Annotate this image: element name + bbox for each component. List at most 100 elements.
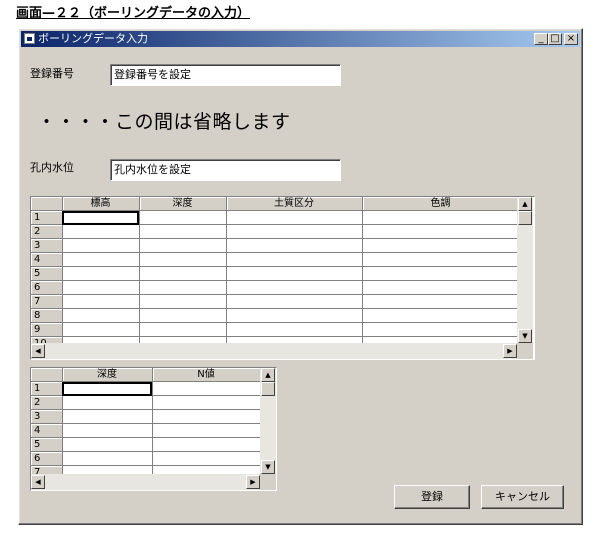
grid-cell[interactable] (139, 280, 227, 295)
grid-cell[interactable] (226, 308, 363, 323)
grid-cell[interactable] (62, 308, 140, 323)
grid-cell[interactable] (362, 280, 520, 295)
grid-cell[interactable] (362, 322, 520, 337)
table-row[interactable]: 3 (31, 238, 520, 253)
column-header-elevation[interactable]: 標高 (62, 197, 140, 211)
boring-layer-grid[interactable]: 標高 深度 土質区分 色調 12345678910 ▲ ▼ ◀ ▶ (30, 196, 535, 360)
row-header-cell[interactable]: 4 (31, 423, 63, 438)
arrow-up-icon[interactable]: ▲ (261, 368, 275, 382)
grid-cell[interactable] (362, 294, 520, 309)
row-header-cell[interactable]: 1 (31, 381, 63, 396)
maximize-button[interactable]: □ (548, 33, 562, 45)
table-row[interactable]: 1 (31, 210, 520, 225)
cancel-button[interactable]: キャンセル (481, 485, 564, 509)
row-header-cell[interactable]: 8 (31, 308, 63, 323)
water-level-field[interactable]: 孔内水位を設定 (110, 159, 341, 181)
grid-corner-cell[interactable] (31, 368, 63, 382)
grid-cell[interactable] (152, 423, 261, 438)
grid-cell[interactable] (139, 252, 227, 267)
row-header-cell[interactable]: 7 (31, 294, 63, 309)
n-value-grid[interactable]: 深度 N値 1234567 ▲ ▼ ◀ ▶ (30, 367, 277, 491)
table-row[interactable]: 5 (31, 266, 520, 281)
table-row[interactable]: 4 (31, 423, 261, 438)
grid-corner-cell[interactable] (31, 197, 63, 211)
table-row[interactable]: 1 (31, 381, 261, 396)
table-row[interactable]: 7 (31, 294, 520, 309)
grid-cell[interactable] (152, 437, 261, 452)
row-header-cell[interactable]: 3 (31, 238, 63, 253)
grid1-horizontal-scrollbar[interactable]: ◀ ▶ (31, 343, 517, 359)
grid-cell[interactable] (62, 423, 153, 438)
grid-cell[interactable] (62, 395, 153, 410)
arrow-right-icon[interactable]: ▶ (503, 344, 517, 358)
grid2-horizontal-scrollbar[interactable]: ◀ ▶ (31, 474, 260, 490)
row-header-cell[interactable]: 9 (31, 322, 63, 337)
grid-cell[interactable] (152, 451, 261, 466)
column-header-depth[interactable]: 深度 (62, 368, 153, 382)
grid-cell[interactable] (62, 451, 153, 466)
column-header-soil-type[interactable]: 土質区分 (226, 197, 363, 211)
title-bar[interactable]: ボーリングデータ入力 _ □ × (21, 31, 580, 47)
column-header-n-value[interactable]: N値 (152, 368, 261, 382)
row-header-cell[interactable]: 2 (31, 395, 63, 410)
table-row[interactable]: 4 (31, 252, 520, 267)
grid-cell[interactable] (62, 238, 140, 253)
grid-cell[interactable] (152, 381, 261, 396)
grid-cell[interactable] (362, 308, 520, 323)
grid2-vertical-scrollbar[interactable]: ▲ ▼ (260, 368, 276, 474)
grid-cell[interactable] (62, 252, 140, 267)
grid-cell[interactable] (62, 322, 140, 337)
grid-cell-selected[interactable] (62, 381, 153, 396)
grid-cell[interactable] (62, 409, 153, 424)
row-header-cell[interactable]: 5 (31, 437, 63, 452)
row-header-cell[interactable]: 1 (31, 210, 63, 225)
row-header-cell[interactable]: 6 (31, 280, 63, 295)
grid-cell[interactable] (139, 238, 227, 253)
arrow-left-icon[interactable]: ◀ (31, 475, 45, 489)
grid-cell[interactable] (152, 395, 261, 410)
grid-cell[interactable] (362, 252, 520, 267)
grid-cell[interactable] (152, 409, 261, 424)
grid-cell[interactable] (62, 266, 140, 281)
grid1-vertical-scrollbar[interactable]: ▲ ▼ (517, 197, 533, 343)
table-row[interactable]: 5 (31, 437, 261, 452)
grid-cell[interactable] (226, 210, 363, 225)
minimize-button[interactable]: _ (534, 33, 548, 45)
grid-cell[interactable] (62, 280, 140, 295)
grid-cell[interactable] (139, 210, 227, 225)
grid-cell[interactable] (139, 224, 227, 239)
grid-cell[interactable] (362, 210, 520, 225)
grid-cell[interactable] (139, 308, 227, 323)
grid-cell[interactable] (226, 238, 363, 253)
grid-cell[interactable] (226, 224, 363, 239)
column-header-depth[interactable]: 深度 (139, 197, 227, 211)
grid-cell[interactable] (62, 294, 140, 309)
column-header-color-tone[interactable]: 色調 (362, 197, 520, 211)
row-header-cell[interactable]: 2 (31, 224, 63, 239)
table-row[interactable]: 2 (31, 395, 261, 410)
grid-cell[interactable] (139, 266, 227, 281)
grid-cell[interactable] (226, 252, 363, 267)
grid-cell[interactable] (226, 280, 363, 295)
grid-cell[interactable] (139, 322, 227, 337)
grid-cell[interactable] (226, 294, 363, 309)
window-app-icon[interactable] (24, 33, 35, 44)
grid-cell[interactable] (226, 266, 363, 281)
arrow-down-icon[interactable]: ▼ (261, 460, 275, 474)
grid-cell-selected[interactable] (62, 210, 140, 225)
table-row[interactable]: 8 (31, 308, 520, 323)
grid-cell[interactable] (362, 238, 520, 253)
arrow-left-icon[interactable]: ◀ (31, 344, 45, 358)
arrow-down-icon[interactable]: ▼ (518, 329, 532, 343)
row-header-cell[interactable]: 4 (31, 252, 63, 267)
row-header-cell[interactable]: 3 (31, 409, 63, 424)
row-header-cell[interactable]: 5 (31, 266, 63, 281)
table-row[interactable]: 2 (31, 224, 520, 239)
grid1-vertical-thumb[interactable] (518, 211, 532, 225)
close-button[interactable]: × (564, 33, 578, 45)
table-row[interactable]: 3 (31, 409, 261, 424)
grid-cell[interactable] (139, 294, 227, 309)
grid-cell[interactable] (62, 224, 140, 239)
arrow-up-icon[interactable]: ▲ (518, 197, 532, 211)
table-row[interactable]: 6 (31, 280, 520, 295)
